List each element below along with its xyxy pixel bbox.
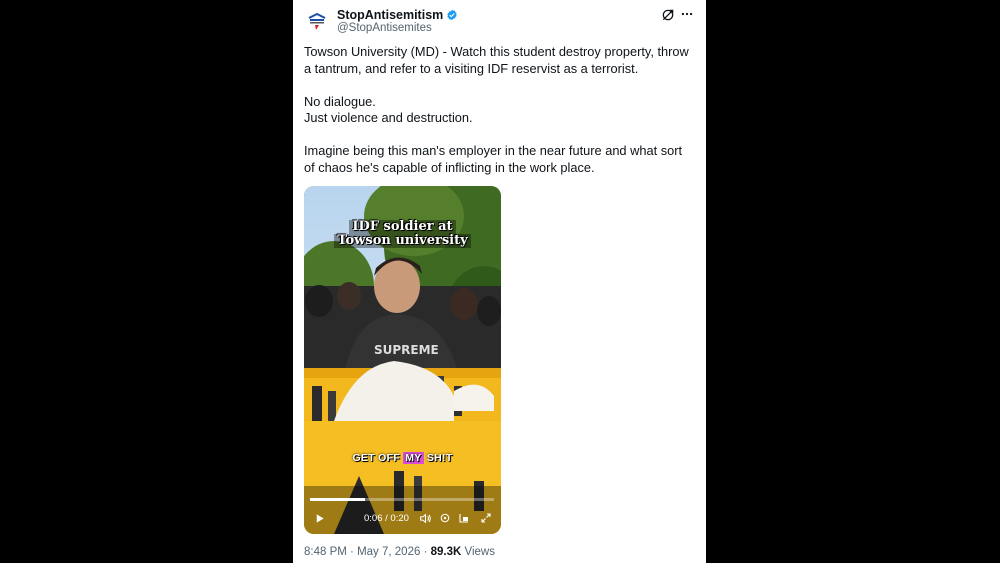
- video-progress-bar[interactable]: [310, 498, 494, 501]
- fullscreen-icon[interactable]: [479, 511, 493, 525]
- display-name-text: StopAntisemitism: [337, 8, 444, 22]
- tweet-header: StopAntisemitism @StopAntisemites: [293, 0, 706, 40]
- avatar[interactable]: [304, 8, 330, 34]
- handle[interactable]: @StopAntisemites: [337, 22, 432, 34]
- more-icon[interactable]: [680, 7, 694, 21]
- tweet-paragraph: Just violence and destruction.: [304, 110, 473, 125]
- avatar-logo: [304, 8, 330, 34]
- tweet-text: Towson University (MD) - Watch this stud…: [304, 44, 696, 176]
- video-overlay-title: IDF soldier at Towson university: [304, 220, 501, 248]
- meta-separator: ·: [423, 546, 428, 558]
- video-caption: GET OFF MY SH!T: [304, 452, 501, 464]
- tweet-time[interactable]: 8:48 PM: [304, 546, 347, 558]
- volume-icon[interactable]: [418, 511, 432, 525]
- tweet-meta: 8:48 PM · May 7, 2026 · 89.3K Views: [304, 546, 495, 558]
- svg-text:SUPREME: SUPREME: [374, 343, 439, 357]
- picture-in-picture-icon[interactable]: [457, 511, 471, 525]
- video-controls: 0:06 / 0:20: [304, 506, 501, 530]
- caption-highlight: MY: [403, 452, 424, 464]
- overlay-title-line2: Towson university: [334, 234, 471, 248]
- time-separator: /: [385, 513, 388, 524]
- overlay-title-line1: IDF soldier at: [349, 220, 456, 234]
- verified-badge-icon: [446, 9, 458, 21]
- views-label: Views: [464, 546, 495, 558]
- display-name[interactable]: StopAntisemitism: [337, 8, 458, 22]
- settings-icon[interactable]: [438, 511, 452, 525]
- grok-icon[interactable]: [661, 8, 675, 22]
- tweet-paragraph: Towson University (MD) - Watch this stud…: [304, 44, 689, 76]
- video-player[interactable]: SUPREME IDF soldier at Towson university…: [304, 186, 501, 534]
- play-icon[interactable]: [312, 511, 326, 525]
- current-time: 0:06: [364, 513, 383, 524]
- tweet-paragraph: Imagine being this man's employer in the…: [304, 143, 683, 175]
- tweet-date[interactable]: May 7, 2026: [357, 546, 420, 558]
- meta-separator: ·: [350, 546, 354, 558]
- tweet-card: StopAntisemitism @StopAntisemites Towson…: [293, 0, 706, 563]
- views-count: 89.3K: [430, 546, 462, 558]
- caption-post: SH!T: [423, 452, 453, 464]
- caption-pre: GET OFF: [352, 452, 404, 464]
- video-time: 0:06 / 0:20: [364, 513, 409, 524]
- video-progress-fill: [310, 498, 366, 501]
- tweet-paragraph: No dialogue.: [304, 93, 376, 109]
- duration: 0:20: [390, 513, 409, 524]
